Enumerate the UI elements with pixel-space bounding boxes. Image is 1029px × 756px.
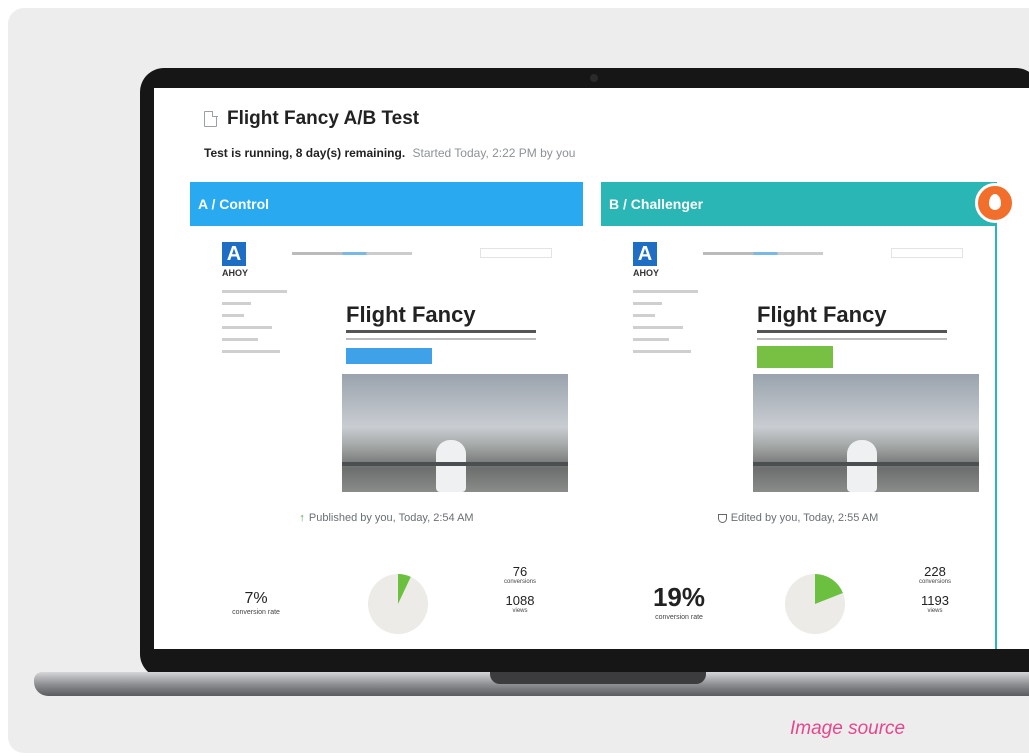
- published-text: Edited by you, Today, 2:55 AM: [730, 512, 879, 524]
- preview-search: [480, 248, 552, 258]
- preview-subtitle: [757, 330, 947, 333]
- airplane-photo: [342, 374, 568, 492]
- conversion-counts: 228 conversions 1193 views: [905, 564, 965, 622]
- document-icon: [204, 110, 218, 127]
- image-source-caption[interactable]: Image source: [790, 718, 905, 740]
- views-value: 1193: [921, 593, 949, 608]
- variant-b-published: Edited by you, Today, 2:55 AM: [601, 512, 995, 524]
- preview-sidebar: [222, 290, 294, 362]
- logo-text: AHOY: [222, 268, 249, 278]
- conversions-value: 228: [924, 564, 946, 579]
- variant-a-header: A / Control: [190, 182, 583, 226]
- conversions-label: conversions: [918, 579, 951, 585]
- variant-b-preview[interactable]: A AHOY Flight Fancy: [611, 238, 986, 492]
- variant-a-panel[interactable]: A / Control A AHOY Flight Fancy ↑ Publish…: [190, 182, 583, 649]
- conversion-pie: [368, 574, 428, 634]
- preview-hero-title: Flight Fancy: [757, 302, 887, 327]
- laptop-notch: [490, 672, 706, 684]
- published-text: Published by you, Today, 2:54 AM: [308, 512, 474, 524]
- conversion-pie: [785, 574, 845, 634]
- variant-b-stats: 19% conversion rate 228 conversions 1193…: [601, 562, 995, 649]
- variant-b-panel[interactable]: B / Challenger A AHOY Flight Fancy Edite…: [601, 182, 997, 649]
- conversion-rate-value: 19%: [652, 582, 706, 612]
- preview-sidebar: [633, 290, 705, 362]
- laptop-screen: Flight Fancy A/B Test Test is running, 8…: [154, 88, 1029, 649]
- conversions-value: 76: [512, 564, 528, 579]
- test-header: Flight Fancy A/B Test: [204, 108, 419, 130]
- page-title: Flight Fancy A/B Test: [227, 108, 420, 129]
- conversion-rate: 7% conversion rate: [226, 590, 286, 616]
- logo-text: AHOY: [633, 268, 660, 278]
- variant-a-preview[interactable]: A AHOY Flight Fancy: [200, 238, 575, 492]
- conversion-counts: 76 conversions 1088 views: [490, 564, 550, 622]
- conversion-rate: 19% conversion rate: [639, 582, 719, 621]
- status-started: Started Today, 2:22 PM by you: [412, 146, 576, 160]
- trophy-icon: [717, 513, 727, 523]
- logo-icon: A: [222, 242, 246, 266]
- preview-hero-title: Flight Fancy: [346, 302, 476, 327]
- preview-description: [757, 338, 947, 340]
- camera-icon: [590, 74, 598, 82]
- flame-icon: [975, 183, 1015, 223]
- status-running: Test is running, 8 day(s) remaining.: [204, 146, 406, 160]
- conversions-label: conversions: [503, 579, 536, 585]
- conversion-rate-value: 7%: [244, 590, 268, 607]
- preview-search: [891, 248, 963, 258]
- conversion-rate-label: conversion rate: [232, 609, 280, 616]
- variant-b-header: B / Challenger: [601, 182, 995, 226]
- preview-description: [346, 338, 536, 340]
- preview-subtitle: [346, 330, 536, 333]
- airplane-photo: [753, 374, 979, 492]
- preview-nav: [703, 252, 823, 255]
- arrow-up-icon: ↑: [299, 512, 305, 524]
- preview-nav: [292, 252, 412, 255]
- conversion-rate-label: conversion rate: [655, 614, 703, 621]
- views-value: 1088: [505, 593, 535, 608]
- views-label: views: [927, 608, 943, 614]
- views-label: views: [512, 608, 528, 614]
- preview-cta-button: [757, 346, 833, 368]
- variant-a-published: ↑ Published by you, Today, 2:54 AM: [190, 512, 583, 524]
- test-status: Test is running, 8 day(s) remaining. Sta…: [204, 146, 575, 160]
- preview-cta-button: [346, 348, 432, 364]
- logo-icon: A: [633, 242, 657, 266]
- variant-a-stats: 7% conversion rate 76 conversions 1088 v…: [190, 562, 583, 649]
